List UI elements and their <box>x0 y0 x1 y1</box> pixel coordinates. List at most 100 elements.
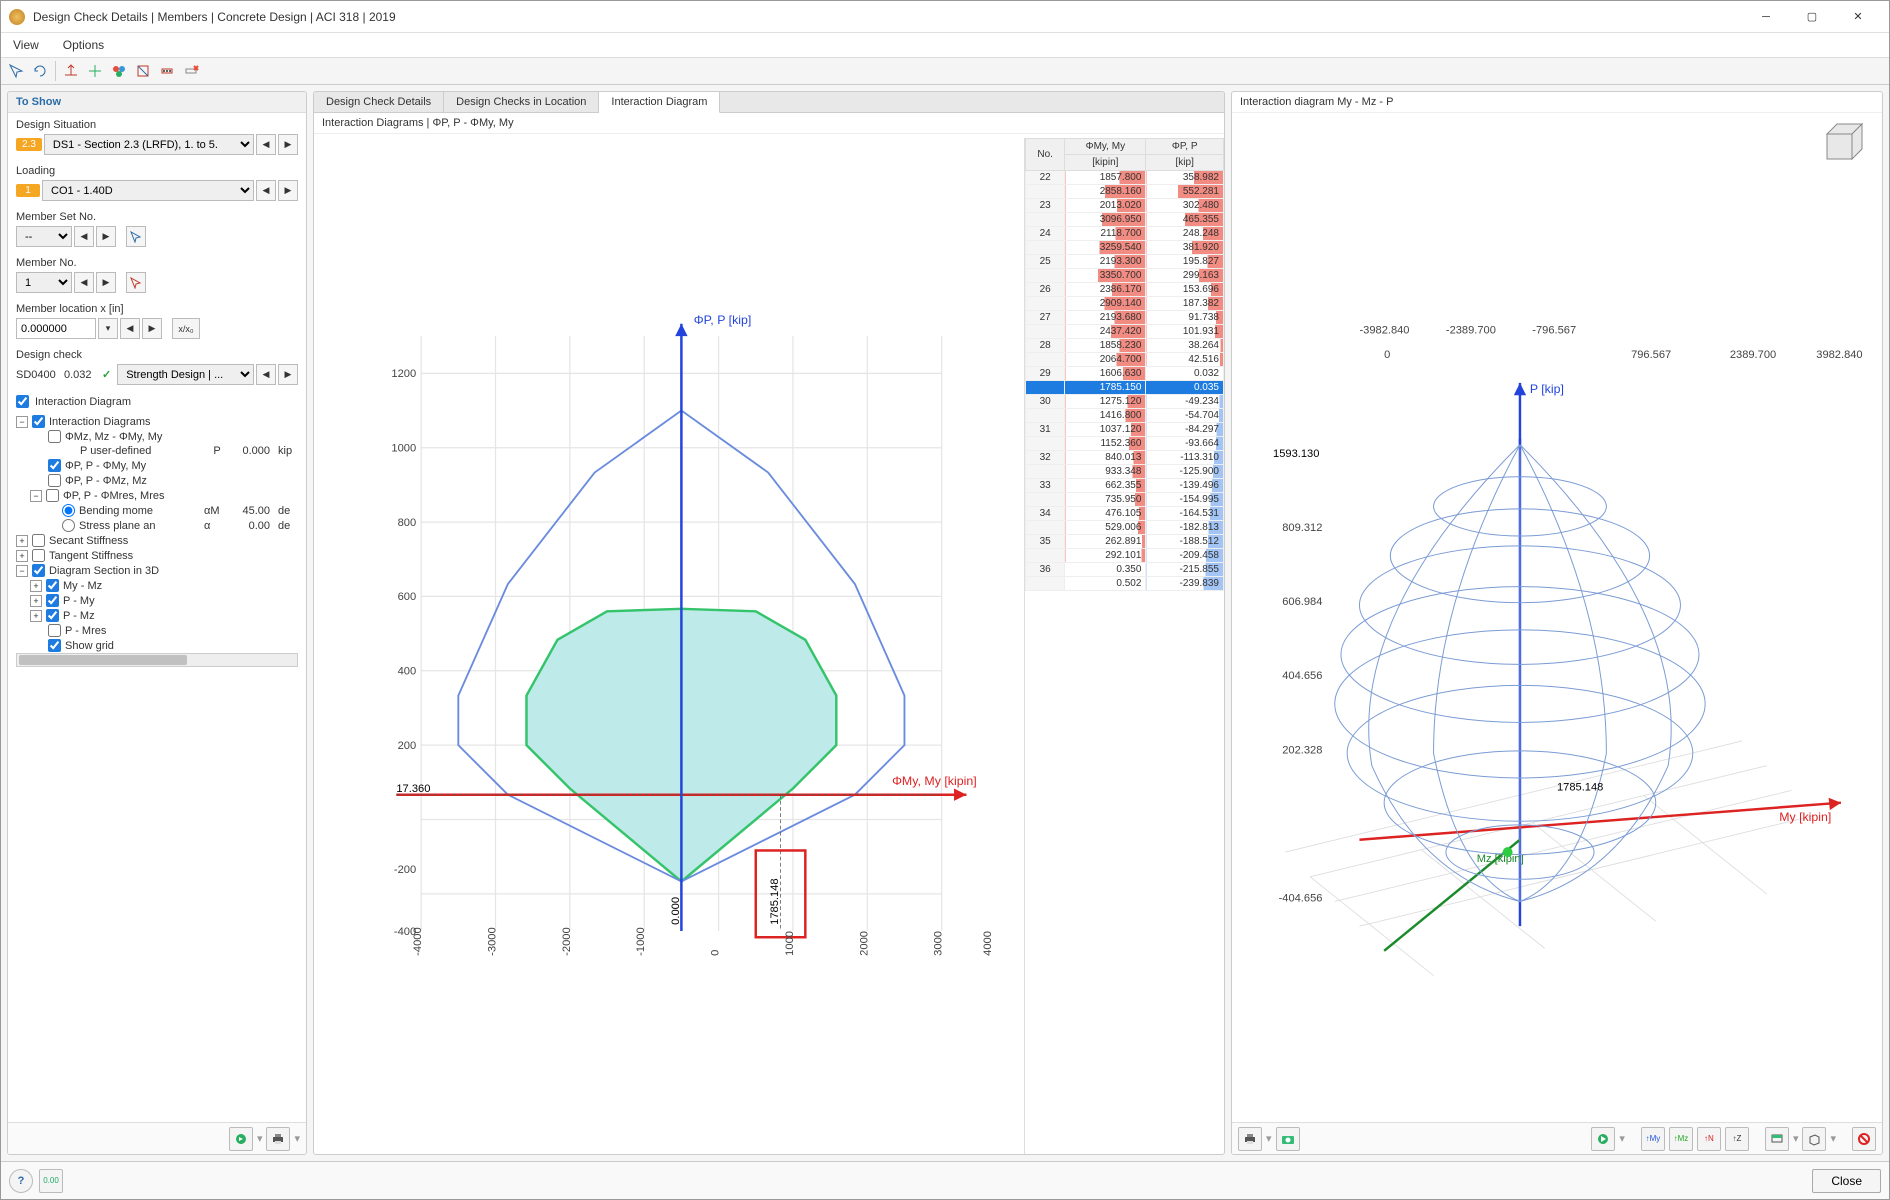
table-row[interactable]: 933.348-125.900 <box>1026 465 1224 479</box>
dc-prev-button[interactable]: ◀ <box>256 364 276 385</box>
ds-prev-button[interactable]: ◀ <box>256 134 276 155</box>
r-view-n-button[interactable]: ↑N <box>1697 1127 1721 1151</box>
tree-chk-mymz[interactable] <box>46 579 59 592</box>
tree-chk-tangent[interactable] <box>32 549 45 562</box>
interaction-diagram-checkbox[interactable] <box>16 395 29 408</box>
table-row[interactable]: 2909.140187.382 <box>1026 297 1224 311</box>
tree-chk-secant[interactable] <box>32 534 45 547</box>
mno-pick-button[interactable] <box>126 272 146 293</box>
maximize-button[interactable]: ▢ <box>1789 2 1835 32</box>
tree-toggle-tangent[interactable]: + <box>16 550 28 562</box>
tree-toggle-pmz[interactable]: + <box>30 610 42 622</box>
co-prev-button[interactable]: ◀ <box>256 180 276 201</box>
table-row[interactable]: 281858.23038.264 <box>1026 339 1224 353</box>
table-row[interactable]: 33662.355-139.496 <box>1026 479 1224 493</box>
table-row[interactable]: 3259.540381.920 <box>1026 241 1224 255</box>
chart-3d[interactable]: P [kip] My [kipin] Mz [kipin] <box>1232 113 1882 1122</box>
tree-toggle-mres[interactable]: − <box>30 490 42 502</box>
loc-dropdown-button[interactable]: ▾ <box>98 318 118 339</box>
table-row[interactable]: 0.502-239.839 <box>1026 577 1224 591</box>
table-row[interactable]: 2064.70042.516 <box>1026 353 1224 367</box>
tree-radio-stress[interactable] <box>62 519 75 532</box>
r-display-button[interactable] <box>1765 1127 1789 1151</box>
r-view-iso-button[interactable]: ↑Z <box>1725 1127 1749 1151</box>
tree-chk-pmy[interactable] <box>46 594 59 607</box>
close-button[interactable]: Close <box>1812 1169 1881 1193</box>
r-3d-button[interactable] <box>1802 1127 1826 1151</box>
tab-interaction[interactable]: Interaction Diagram <box>599 92 720 113</box>
r-camera-button[interactable] <box>1276 1127 1300 1151</box>
table-row[interactable]: 1152.360-93.664 <box>1026 437 1224 451</box>
table-row[interactable]: 3350.700299.163 <box>1026 269 1224 283</box>
tb-colors-icon[interactable] <box>108 60 130 82</box>
tree-toggle-pmy[interactable]: + <box>30 595 42 607</box>
table-row[interactable]: 1785.1500.035 <box>1026 381 1224 395</box>
design-situation-select[interactable]: DS1 - Section 2.3 (LRFD), 1. to 5. <box>44 134 254 155</box>
loading-select[interactable]: CO1 - 1.40D <box>42 180 254 201</box>
tree-chk-p-mz[interactable] <box>48 474 61 487</box>
loc-prev-button[interactable]: ◀ <box>120 318 140 339</box>
table-row[interactable]: 311037.120-84.297 <box>1026 423 1224 437</box>
tree-toggle-root[interactable]: − <box>16 416 28 428</box>
table-row[interactable]: 242118.700248.248 <box>1026 227 1224 241</box>
tree-chk-grid[interactable] <box>48 639 61 652</box>
tree-chk-root[interactable] <box>32 415 45 428</box>
table-row[interactable]: 262386.170153.696 <box>1026 283 1224 297</box>
table-row[interactable]: 232013.020302.480 <box>1026 199 1224 213</box>
left-print-button[interactable] <box>266 1127 290 1151</box>
table-row[interactable]: 2858.160552.281 <box>1026 185 1224 199</box>
close-window-button[interactable]: ✕ <box>1835 2 1881 32</box>
mset-next-button[interactable]: ▶ <box>96 226 116 247</box>
tree-chk-3d[interactable] <box>32 564 45 577</box>
tb-clear-icon[interactable] <box>180 60 202 82</box>
table-row[interactable]: 529.006-182.813 <box>1026 521 1224 535</box>
mno-prev-button[interactable]: ◀ <box>74 272 94 293</box>
mset-pick-button[interactable] <box>126 226 146 247</box>
table-row[interactable]: 291606.6300.032 <box>1026 367 1224 381</box>
member-no-select[interactable]: 1 <box>16 272 72 293</box>
tb-section-icon[interactable] <box>132 60 154 82</box>
loc-xx-button[interactable]: x/x₀ <box>172 318 200 339</box>
table-row[interactable]: 2437.420101.931 <box>1026 325 1224 339</box>
member-set-select[interactable]: -- <box>16 226 72 247</box>
viewcube[interactable] <box>1812 119 1872 169</box>
left-refresh-button[interactable] <box>229 1127 253 1151</box>
table-row[interactable]: 34476.105-164.531 <box>1026 507 1224 521</box>
table-row[interactable]: 292.101-209.458 <box>1026 549 1224 563</box>
table-row[interactable]: 360.350-215.855 <box>1026 563 1224 577</box>
table-row[interactable]: 3096.950465.355 <box>1026 213 1224 227</box>
tree-chk-p-mres[interactable] <box>46 489 59 502</box>
help-button[interactable]: ? <box>9 1169 33 1193</box>
left-hscroll[interactable] <box>16 653 298 667</box>
table-row[interactable]: 272193.68091.738 <box>1026 311 1224 325</box>
mno-next-button[interactable]: ▶ <box>96 272 116 293</box>
r-cursor-button[interactable] <box>1591 1127 1615 1151</box>
table-row[interactable]: 252193.300195.827 <box>1026 255 1224 269</box>
r-print-button[interactable] <box>1238 1127 1262 1151</box>
data-table[interactable]: No. ΦMy, My ΦP, P [kipin] [kip] 221857.8… <box>1024 138 1224 1154</box>
tree-chk-pmz[interactable] <box>46 609 59 622</box>
r-reset-button[interactable] <box>1852 1127 1876 1151</box>
menu-view[interactable]: View <box>9 36 43 54</box>
tree-toggle-mymz[interactable]: + <box>30 580 42 592</box>
r-view-my-button[interactable]: ↑My <box>1641 1127 1665 1151</box>
units-button[interactable]: 0.00 <box>39 1169 63 1193</box>
table-row[interactable]: 735.950-154.995 <box>1026 493 1224 507</box>
tree-chk-pmres[interactable] <box>48 624 61 637</box>
tree-chk-p-my[interactable] <box>48 459 61 472</box>
tab-location[interactable]: Design Checks in Location <box>444 92 599 112</box>
tb-sync-icon[interactable] <box>29 60 51 82</box>
tree-toggle-3d[interactable]: − <box>16 565 28 577</box>
minimize-button[interactable]: ─ <box>1743 2 1789 32</box>
loc-next-button[interactable]: ▶ <box>142 318 162 339</box>
table-row[interactable]: 32840.013-113.310 <box>1026 451 1224 465</box>
table-row[interactable]: 301275.120-49.234 <box>1026 395 1224 409</box>
table-row[interactable]: 35262.891-188.512 <box>1026 535 1224 549</box>
member-location-input[interactable] <box>16 318 96 339</box>
co-next-button[interactable]: ▶ <box>278 180 298 201</box>
tb-moment-icon[interactable] <box>60 60 82 82</box>
tree-chk-mz-my[interactable] <box>48 430 61 443</box>
tree-toggle-secant[interactable]: + <box>16 535 28 547</box>
tab-details[interactable]: Design Check Details <box>314 92 444 112</box>
menu-options[interactable]: Options <box>59 36 108 54</box>
